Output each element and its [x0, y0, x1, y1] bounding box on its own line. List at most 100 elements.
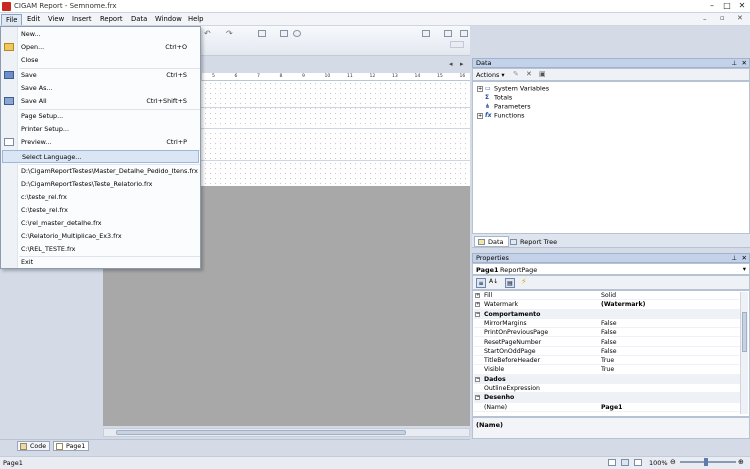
menu-insert[interactable]: Insert — [68, 14, 96, 25]
menu-item-save-all[interactable]: Save All Ctrl+Shift+S — [2, 95, 199, 108]
mdi-restore-icon[interactable]: ▫ — [720, 14, 725, 22]
property-row[interactable]: StartOnOddPage False — [474, 347, 741, 357]
menu-edit[interactable]: Edit — [23, 14, 44, 25]
tab-code[interactable]: Code — [17, 441, 51, 451]
property-value[interactable]: (Watermark) — [601, 300, 645, 309]
undo-icon[interactable]: ↶ — [204, 29, 211, 38]
property-value[interactable]: False — [601, 338, 617, 347]
border-icon[interactable] — [280, 30, 288, 37]
tree-parameters[interactable]: ⋔ Parameters — [485, 102, 531, 111]
scroll-left-icon[interactable]: ◂ — [449, 60, 453, 68]
maximize-icon[interactable]: □ — [720, 1, 734, 11]
expand-icon[interactable]: + — [475, 293, 480, 298]
scroll-thumb[interactable] — [742, 312, 747, 352]
menu-item-save[interactable]: Save Ctrl+S — [2, 69, 199, 82]
categorized-icon[interactable]: ≡ — [476, 278, 486, 288]
delete-icon[interactable]: ✕ — [526, 70, 532, 78]
panel-close-icon[interactable]: ✕ — [742, 254, 747, 262]
collapse-icon[interactable]: − — [475, 376, 480, 382]
menu-item-printer-setup[interactable]: Printer Setup... — [2, 123, 199, 136]
view-mode-icon[interactable] — [621, 459, 629, 466]
property-value[interactable]: Solid — [601, 291, 616, 300]
property-category[interactable]: − Dados — [474, 374, 741, 384]
edit-icon[interactable]: ✎ — [513, 70, 519, 78]
collapse-icon[interactable]: − — [475, 311, 480, 317]
object-selector[interactable]: Page1 ReportPage ▾ — [472, 263, 750, 275]
property-row[interactable]: Visible True — [474, 365, 741, 375]
property-value[interactable]: Page1 — [601, 403, 622, 412]
panel-close-icon[interactable]: ✕ — [742, 59, 747, 67]
collapse-icon[interactable]: − — [475, 395, 480, 401]
property-row[interactable]: TitleBeforeHeader True — [474, 356, 741, 366]
tree-functions[interactable]: + fx Functions — [477, 111, 525, 120]
property-value[interactable]: True — [601, 365, 614, 374]
close-icon[interactable]: ✕ — [735, 1, 749, 11]
tree-system-variables[interactable]: + ▭ System Variables — [477, 84, 549, 93]
menu-view[interactable]: View — [44, 14, 68, 25]
mdi-close-icon[interactable]: ✕ — [737, 14, 743, 22]
menu-recent-file[interactable]: C:\rel_master_detalhe.frx — [2, 217, 199, 230]
properties-icon[interactable]: ▤ — [505, 278, 515, 288]
tab-page1[interactable]: Page1 — [53, 441, 90, 451]
menu-recent-file[interactable]: c:\teste_rel.frx — [2, 191, 199, 204]
menu-recent-file[interactable]: D:\CigamReportTestes\Master_Detalhe_Pedi… — [2, 165, 199, 178]
horizontal-scrollbar[interactable] — [103, 428, 470, 437]
line-style-icon[interactable] — [444, 30, 452, 37]
menu-recent-file[interactable]: C:\Relatorio_Multiplicao_Ex3.frx — [2, 230, 199, 243]
menu-recent-file[interactable]: C:\REL_TESTE.frx — [2, 243, 199, 256]
zoom-in-icon[interactable]: ⊕ — [738, 458, 744, 466]
property-row[interactable]: MirrorMargins False — [474, 319, 741, 329]
view-icon[interactable]: ▣ — [539, 70, 546, 78]
property-value[interactable]: False — [601, 347, 617, 356]
menu-item-page-setup[interactable]: Page Setup... — [2, 110, 199, 123]
menu-help[interactable]: Help — [184, 14, 208, 25]
property-row[interactable]: + Watermark (Watermark) — [474, 300, 741, 310]
scroll-right-icon[interactable]: ▸ — [460, 60, 464, 68]
mdi-minimize-icon[interactable]: – — [703, 15, 707, 23]
property-row[interactable]: ResetPageNumber False — [474, 338, 741, 347]
tab-report-tree[interactable]: Report Tree — [506, 236, 562, 247]
menu-recent-file[interactable]: D:\CigamReportTestes\Teste_Relatorio.frx — [2, 178, 199, 191]
property-category[interactable]: − Desenho — [474, 393, 741, 403]
menu-item-select-language[interactable]: Select Language... — [2, 150, 199, 163]
chevron-down-icon[interactable]: ▾ — [743, 265, 746, 273]
tree-totals[interactable]: Σ Totals — [485, 93, 512, 102]
expand-icon[interactable]: + — [475, 302, 480, 308]
line-width-icon[interactable] — [460, 30, 468, 37]
menu-report[interactable]: Report — [96, 14, 127, 25]
actions-dropdown[interactable]: Actions ▾ — [476, 71, 505, 79]
menu-item-open[interactable]: Open... Ctrl+O — [2, 41, 199, 54]
menu-recent-file[interactable]: C:\teste_rel.frx — [2, 204, 199, 217]
property-row[interactable]: (Name) Page1 — [474, 403, 741, 412]
toolbar-overflow-button[interactable] — [450, 41, 464, 48]
menu-file[interactable]: File — [1, 14, 23, 25]
property-row[interactable]: OutlineExpression — [474, 384, 741, 394]
redo-icon[interactable]: ↷ — [226, 29, 233, 38]
property-value[interactable]: False — [601, 328, 617, 337]
zoom-slider[interactable] — [680, 461, 736, 463]
fill-icon[interactable] — [422, 30, 430, 37]
menu-item-preview[interactable]: Preview... Ctrl+P — [2, 136, 199, 149]
property-row[interactable]: PrintOnPreviousPage False — [474, 328, 741, 338]
font-color-icon[interactable] — [258, 30, 266, 37]
menu-window[interactable]: Window — [151, 14, 186, 25]
expand-icon[interactable]: + — [477, 85, 483, 92]
minimize-icon[interactable]: – — [705, 1, 719, 11]
zoom-thumb[interactable] — [704, 458, 708, 466]
menu-item-save-as[interactable]: Save As... — [2, 82, 199, 95]
menu-item-exit[interactable]: Exit — [2, 256, 199, 269]
view-mode-icon[interactable] — [608, 459, 616, 466]
shape-icon[interactable] — [293, 30, 301, 37]
menu-item-close[interactable]: Close — [2, 54, 199, 67]
menu-item-new[interactable]: New... — [2, 28, 199, 41]
property-value[interactable]: True — [601, 356, 614, 365]
pin-icon[interactable]: ⊥ — [731, 59, 737, 67]
property-value[interactable]: False — [601, 319, 617, 328]
property-row[interactable]: + Fill Solid — [474, 291, 741, 301]
pin-icon[interactable]: ⊥ — [731, 254, 737, 262]
events-icon[interactable]: ⚡ — [521, 277, 527, 286]
alphabetical-icon[interactable]: A↓ — [489, 278, 498, 285]
expand-icon[interactable]: + — [477, 112, 483, 119]
property-scrollbar[interactable] — [740, 292, 748, 414]
menu-data[interactable]: Data — [127, 14, 151, 25]
